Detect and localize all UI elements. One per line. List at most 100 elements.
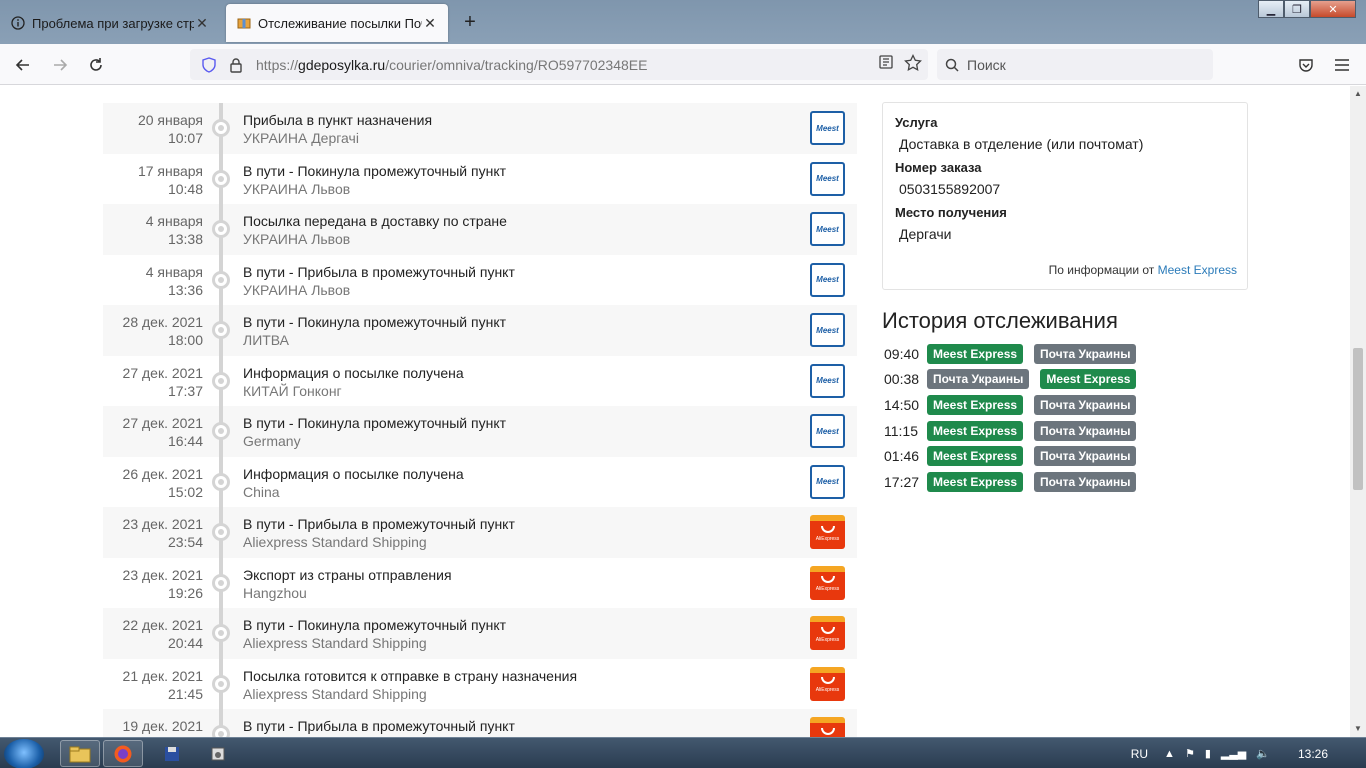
floppy-taskbar-icon[interactable] [152,740,192,767]
scroll-down-arrow-icon[interactable]: ▼ [1350,721,1366,737]
power-icon[interactable]: ▮ [1205,747,1211,760]
event-time: 20:44 [167,635,203,651]
carrier-badge[interactable]: Почта Украины [1034,446,1137,467]
minimize-button[interactable]: ▁ [1258,0,1284,18]
event-date: 27 дек. 2021 [122,415,203,431]
show-hidden-icons-icon[interactable]: ▲ [1164,748,1175,760]
event-time: 10:48 [167,180,203,197]
event-datetime: 26 дек. 2021 15:02 [103,465,203,501]
history-row[interactable]: 00:38 Почта Украины Meest Express [884,367,1144,393]
carrier-badge[interactable]: Meest Express [927,471,1024,492]
timeline-dot-icon [212,371,230,390]
pocket-icon [1299,59,1313,72]
timeline-dot-icon [212,321,230,339]
tracking-event-row: 20 января 10:07 Прибыла в пункт назначен… [103,103,857,154]
bookmark-star-icon[interactable] [904,53,922,77]
action-center-flag-icon[interactable]: ⚑ [1185,747,1195,760]
carrier-badge[interactable]: Meest Express [1040,369,1137,390]
event-date: 28 дек. 2021 [122,314,203,330]
service-label: Услуга [895,115,938,130]
back-button[interactable] [10,52,36,78]
event-datetime: 19 дек. 2021 [103,717,203,735]
clock[interactable]: 13:26 [1298,747,1328,761]
event-date: 20 января [137,112,203,128]
timeline-dot-icon [212,472,230,491]
lock-icon[interactable] [224,57,248,73]
event-status: Информация о посылке получена [243,465,464,482]
carrier-badge[interactable]: Meest Express [927,343,1024,364]
event-status: В пути - Покинула промежуточный пункт [243,162,507,179]
scrollbar-thumb[interactable] [1353,348,1363,490]
place-label: Место получения [895,205,1007,220]
tracking-timeline: 20 января 10:07 Прибыла в пункт назначен… [103,103,857,737]
event-status: В пути - Покинула промежуточный пункт [243,617,507,633]
forward-button[interactable] [47,52,73,78]
event-date: 23 дек. 2021 [122,516,203,532]
event-date: 27 дек. 2021 [122,364,203,381]
event-date: 23 дек. 2021 [122,566,203,583]
timeline-dot-icon [212,422,230,440]
carrier-badge[interactable]: Почта Украины [1034,471,1137,492]
history-row[interactable]: 17:27 Meest Express Почта Украины [884,469,1144,495]
carrier-badge[interactable]: Meest Express [927,446,1024,467]
carrier-badge[interactable]: Meest Express [927,394,1024,415]
new-tab-button[interactable]: + [458,10,482,34]
address-bar[interactable]: https://gdeposylka.ru/courier/omniva/tra… [190,49,928,80]
tab-error-page[interactable]: Проблема при загрузке стран ✕ [0,4,220,42]
event-location: УКРАИНА Львов [243,231,351,247]
pocket-button[interactable] [1293,52,1319,78]
order-label: Номер заказа [895,160,982,175]
menu-button[interactable] [1329,52,1355,78]
event-datetime: 27 дек. 2021 16:44 [103,414,203,450]
carrier-badge[interactable]: Почта Украины [1034,343,1137,364]
event-status: В пути - Прибыла в промежуточный пункт [243,718,515,734]
search-input[interactable]: Поиск [937,49,1213,80]
tab-tracking[interactable]: Отслеживание посылки Почт ✕ [226,4,448,42]
history-time: 09:40 [884,345,920,362]
scroll-up-arrow-icon[interactable]: ▲ [1350,86,1366,102]
tab-title: Отслеживание посылки Почт [258,15,422,31]
vertical-scrollbar[interactable]: ▲ ▼ [1350,86,1366,737]
tracking-event-row: 4 января 13:36 В пути - Прибыла в промеж… [103,254,857,305]
language-indicator[interactable]: RU [1131,747,1148,761]
event-date: 26 дек. 2021 [122,465,203,482]
start-button[interactable] [4,739,44,768]
carrier-badge[interactable]: Meest Express [927,420,1024,441]
meest-express-logo-icon: Meest [810,414,845,448]
volume-icon[interactable]: 🔈 [1256,747,1270,760]
carrier-badge[interactable]: Почта Украины [1034,394,1137,415]
event-status: Посылка передана в доставку по стране [243,213,507,229]
timeline-dot-icon [212,573,230,592]
tracking-event-row: 17 января 10:48 В пути - Покинула промеж… [103,153,857,204]
network-signal-icon[interactable]: ▂▃▅ [1221,747,1246,760]
close-window-button[interactable]: ✕ [1310,0,1356,18]
firefox-taskbar-icon[interactable] [103,740,143,767]
close-tab-icon[interactable]: ✕ [422,15,438,32]
event-datetime: 23 дек. 2021 23:54 [103,515,203,551]
event-location: China [243,483,280,500]
history-list: 09:40 Meest Express Почта Украины 00:38 Почт… [884,341,1144,495]
event-status: Прибыла в пункт назначения [243,112,433,128]
event-location: Hangzhou [243,584,307,601]
meest-express-logo-icon: Meest [810,262,845,297]
arrow-left-icon [15,59,29,71]
history-row[interactable]: 09:40 Meest Express Почта Украины [884,341,1144,367]
reader-view-icon[interactable] [878,54,894,77]
app-taskbar-icon[interactable] [198,740,238,767]
aliexpress-logo-icon: AliExpress [810,616,845,650]
history-row[interactable]: 01:46 Meest Express Почта Украины [884,443,1144,469]
maximize-button[interactable]: ❐ [1284,0,1310,18]
carrier-badge[interactable]: Почта Украины [1034,420,1137,441]
source-link[interactable]: Meest Express [1158,263,1237,277]
history-row[interactable]: 11:15 Meest Express Почта Украины [884,418,1144,444]
shield-icon[interactable] [194,56,224,73]
history-row[interactable]: 14:50 Meest Express Почта Украины [884,392,1144,418]
reload-button[interactable] [83,52,109,78]
explorer-taskbar-icon[interactable] [60,740,100,767]
event-datetime: 4 января 13:36 [103,263,203,299]
carrier-badge[interactable]: Почта Украины [927,369,1030,390]
aliexpress-logo-icon: AliExpress [810,515,845,549]
event-date: 17 января [137,162,203,179]
close-tab-icon[interactable]: ✕ [194,15,210,32]
tracking-event-row: 19 дек. 2021 В пути - Прибыла в промежут… [103,709,857,737]
